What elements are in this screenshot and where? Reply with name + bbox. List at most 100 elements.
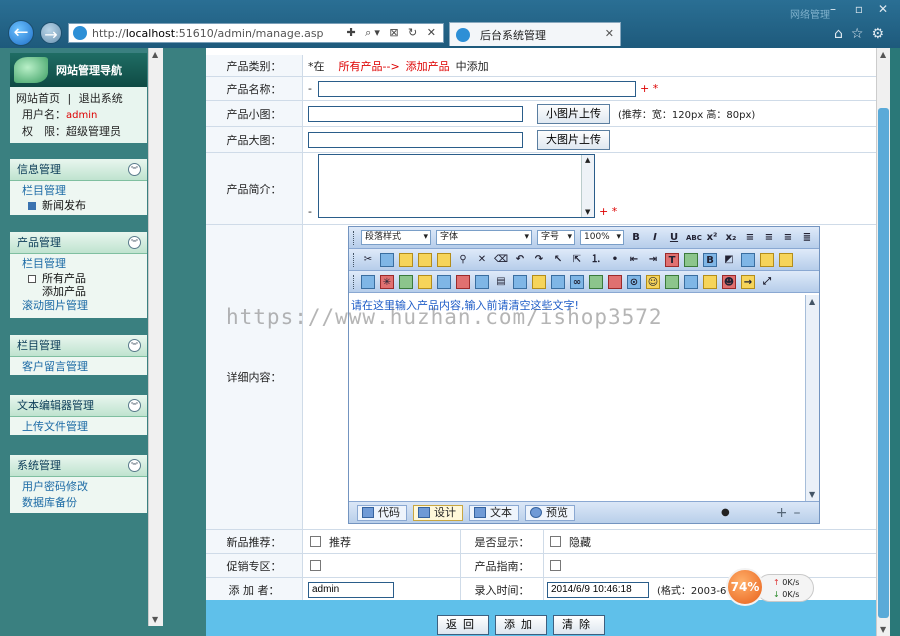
- select-icon[interactable]: ↖: [551, 253, 565, 267]
- guide-checkbox[interactable]: [550, 560, 561, 571]
- justify-icon[interactable]: ≣: [800, 231, 814, 245]
- paragraph-style-select[interactable]: 段落样式: [361, 230, 431, 245]
- anchor-icon[interactable]: [589, 274, 603, 289]
- redo-icon[interactable]: ↷: [532, 253, 546, 267]
- sidebar-item[interactable]: 数据库备份: [10, 495, 147, 511]
- small-image-upload-button[interactable]: 小图片上传: [537, 103, 610, 124]
- format-icon[interactable]: ◩: [722, 253, 736, 267]
- image-icon[interactable]: [361, 274, 375, 289]
- sidebar-item[interactable]: 用户密码修改: [10, 477, 147, 495]
- align-left-icon[interactable]: ≡: [743, 231, 757, 245]
- chevron-down-icon[interactable]: ︾: [128, 163, 141, 176]
- italic-icon[interactable]: I: [648, 231, 662, 245]
- superscript-icon[interactable]: x²: [705, 231, 719, 245]
- paste-word-icon[interactable]: [437, 252, 451, 267]
- cut-icon[interactable]: ✂: [361, 253, 375, 267]
- mode-preview-button[interactable]: 预览: [525, 504, 575, 521]
- emoji-icon[interactable]: ☺: [646, 274, 660, 289]
- back-submit-button[interactable]: 返回: [437, 615, 489, 635]
- page-scroll-thumb[interactable]: [878, 108, 889, 618]
- sidebar-item[interactable]: 栏目管理: [10, 254, 147, 272]
- symbol-icon[interactable]: [703, 274, 717, 289]
- home-star-gear-icons[interactable]: ⌂☆⚙: [834, 26, 892, 42]
- bullet-list-icon[interactable]: •: [608, 253, 622, 267]
- adder-input[interactable]: [308, 581, 394, 598]
- chevron-down-icon[interactable]: ︾: [128, 236, 141, 249]
- copy-icon[interactable]: [380, 252, 394, 267]
- eraser-icon[interactable]: ⌫: [494, 253, 508, 267]
- group-header[interactable]: 信息管理 ︾: [10, 159, 147, 181]
- hidden-checkbox[interactable]: [550, 536, 561, 547]
- mode-code-button[interactable]: 代码: [357, 504, 407, 521]
- group-header[interactable]: 系统管理 ︾: [10, 455, 147, 477]
- chevron-down-icon[interactable]: ︾: [128, 399, 141, 412]
- outdent-icon[interactable]: ⇤: [627, 253, 641, 267]
- forward-button[interactable]: →: [40, 22, 62, 44]
- table-icon[interactable]: [437, 274, 451, 289]
- back-button[interactable]: ←: [8, 20, 34, 46]
- file-icon[interactable]: [418, 274, 432, 289]
- form-icon[interactable]: [456, 274, 470, 289]
- media-icon[interactable]: [399, 274, 413, 289]
- highlight-icon[interactable]: [684, 252, 698, 267]
- logout-link[interactable]: 退出系统: [79, 92, 123, 105]
- add-product-link[interactable]: 添加产品: [406, 58, 450, 74]
- font-size-select[interactable]: 字号: [537, 230, 575, 245]
- home-link[interactable]: 网站首页: [16, 92, 60, 105]
- minimize-icon[interactable]: –: [822, 2, 844, 16]
- zoom-select[interactable]: 100%: [580, 230, 624, 245]
- help-icon[interactable]: ☻: [722, 274, 736, 289]
- font-select[interactable]: 字体: [436, 230, 532, 245]
- sidebar-item[interactable]: 栏目管理: [10, 181, 147, 199]
- hr-icon[interactable]: [532, 274, 546, 289]
- strikethrough-icon[interactable]: ABC: [686, 231, 702, 245]
- layer-icon[interactable]: [760, 252, 774, 267]
- all-products-link[interactable]: 所有产品-->: [339, 58, 400, 74]
- chevron-down-icon[interactable]: ︾: [128, 339, 141, 352]
- small-image-input[interactable]: [308, 105, 523, 122]
- paragraph-icon[interactable]: [741, 252, 755, 267]
- layer2-icon[interactable]: [779, 252, 793, 267]
- sidebar-scrollbar[interactable]: ▲ ▼: [148, 48, 163, 626]
- mode-design-button[interactable]: 设计: [413, 504, 463, 521]
- tab-close-icon[interactable]: ✕: [605, 27, 614, 40]
- promo-checkbox[interactable]: [310, 560, 321, 571]
- maximize-icon[interactable]: ▫: [848, 2, 870, 16]
- unlink-icon[interactable]: [608, 274, 622, 289]
- delete-icon[interactable]: ✕: [475, 253, 489, 267]
- textbox-icon[interactable]: [551, 274, 565, 289]
- sidebar-item[interactable]: 上传文件管理: [10, 417, 147, 435]
- sidebar-subitem[interactable]: 所有产品: [10, 272, 147, 285]
- time-input[interactable]: [547, 581, 649, 598]
- recommend-checkbox[interactable]: [310, 536, 321, 547]
- bold-icon[interactable]: B: [629, 231, 643, 245]
- paste-icon[interactable]: [399, 252, 413, 267]
- tab-admin[interactable]: 后台系统管理 ✕: [449, 22, 621, 46]
- page-scrollbar[interactable]: ▲ ▼: [876, 48, 890, 636]
- numbered-list-icon[interactable]: ⒈: [589, 253, 603, 267]
- fullscreen-icon[interactable]: ⤢: [760, 275, 774, 289]
- find-icon[interactable]: ⚲: [456, 253, 470, 267]
- group-header[interactable]: 文本编辑器管理 ︾: [10, 395, 147, 417]
- align-center-icon[interactable]: ≡: [762, 231, 776, 245]
- link-icon[interactable]: ∞: [570, 274, 584, 289]
- group-header[interactable]: 产品管理 ︾: [10, 232, 147, 254]
- export-icon[interactable]: →: [741, 274, 755, 289]
- grid-icon[interactable]: [475, 274, 489, 289]
- network-speed-widget[interactable]: ↑ 0K/s ↓ 0K/s 74%: [726, 568, 816, 606]
- sidebar-subitem[interactable]: 添加产品: [10, 285, 147, 298]
- close-window-icon[interactable]: ✕: [872, 2, 894, 16]
- add-submit-button[interactable]: 添加: [495, 615, 547, 635]
- zoom-in-icon[interactable]: +: [776, 505, 788, 521]
- group-header[interactable]: 栏目管理 ︾: [10, 335, 147, 357]
- font-color-icon[interactable]: T: [665, 252, 679, 267]
- align-right-icon[interactable]: ≡: [781, 231, 795, 245]
- big-image-upload-button[interactable]: 大图片上传: [537, 129, 610, 150]
- sidebar-item[interactable]: 客户留言管理: [10, 357, 147, 375]
- product-name-input[interactable]: [317, 80, 636, 97]
- editor-scrollbar[interactable]: ▲ ▼: [805, 295, 819, 501]
- address-bar[interactable]: http://localhost:51610/admin/manage.asp …: [68, 23, 444, 43]
- iframe-icon[interactable]: [513, 274, 527, 289]
- sidebar-item[interactable]: 滚动图片管理: [10, 298, 147, 314]
- intro-textarea[interactable]: ▲ ▼: [317, 154, 595, 218]
